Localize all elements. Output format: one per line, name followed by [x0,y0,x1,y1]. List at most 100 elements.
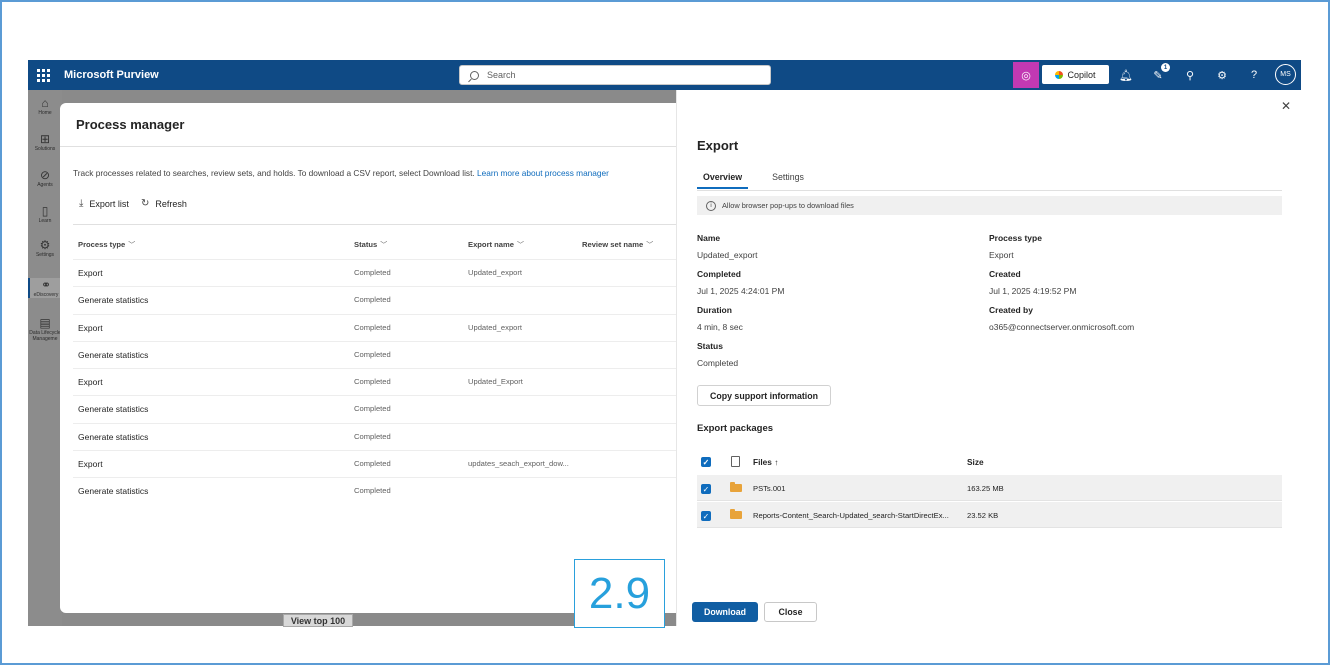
tab-settings[interactable]: Settings [766,172,810,189]
field-process-type: Process type Export [989,233,1042,260]
notification-badge: 1 [1161,63,1170,72]
copilot-app-icon[interactable]: ◎ [1013,62,1039,88]
package-row[interactable]: ✓ Reports-Content_Search-Updated_search-… [697,502,1282,528]
row-checkbox[interactable]: ✓ [701,484,711,494]
tab-overview[interactable]: Overview [697,172,749,189]
column-review-set-name[interactable]: Review set name ﹀ [582,240,653,250]
panel-title: Export [697,138,739,153]
table-row[interactable]: Generate statistics Completed [73,422,676,450]
search-placeholder: Search [487,70,516,80]
learn-more-link[interactable]: Learn more about process manager [477,168,609,178]
column-size[interactable]: Size [967,457,984,467]
ediscovery-icon: ⚭ [40,278,52,292]
step-number-badge: 2.9 [574,559,665,628]
settings-icon[interactable]: ⚙ [1213,66,1231,84]
refresh-label: Refresh [155,198,187,209]
download-button[interactable]: Download [692,602,758,622]
field-label: Duration [697,305,732,315]
divider [73,224,676,225]
cell-process-type: Generate statistics [78,404,149,415]
column-status[interactable]: Status ﹀ [354,240,387,250]
column-files[interactable]: Files ↑ [753,457,778,467]
process-manager-dialog: Process manager Track processes related … [60,103,676,613]
cell-status: Completed [354,486,391,496]
nav-label: Data Lifecycle Manageme [29,330,61,342]
cell-process-type: Generate statistics [78,431,149,442]
packages-title: Export packages [697,423,774,434]
field-completed: Completed Jul 1, 2025 4:24:01 PM [697,269,784,296]
column-process-type[interactable]: Process type ﹀ [78,240,135,250]
nav-label: Home [38,110,52,116]
export-details-panel: ✕ Export Overview Settings i Allow brows… [676,90,1301,626]
column-label: Export name [468,240,514,249]
table-row[interactable]: Export Completed Updated_Export [73,368,676,395]
nav-ediscovery[interactable]: ⚭ eDiscovery [28,278,62,298]
cell-status: Completed [354,268,391,277]
notifications-icon[interactable]: 🔔︎ [1117,66,1135,84]
field-status: Status Completed [697,341,738,368]
cell-status: Completed [354,349,391,359]
table-row[interactable]: Export Completed Updated_export [73,313,676,341]
field-label: Status [697,341,723,351]
divider [60,146,676,147]
toolbar: ⤓ Export list ↻ Refresh [79,198,187,209]
cell-status: Completed [354,459,391,469]
top-bar: Microsoft Purview Search ◎ Copilot 🔔︎ ✎ … [28,60,1301,90]
table-row[interactable]: Export Completed updates_seach_export_dow.… [73,450,676,477]
close-icon[interactable]: ✕ [1281,99,1291,113]
table-row[interactable]: Generate statistics Completed [73,286,676,313]
help-icon[interactable]: ? [1245,66,1263,84]
lifecycle-icon: ▤ [39,316,51,330]
cell-export-name: Updated_export [468,322,523,332]
table-row[interactable]: Generate statistics Completed [73,477,676,504]
avatar[interactable]: MS [1275,64,1296,85]
nav-learn[interactable]: ▯ Learn [28,204,62,224]
column-label: Status [354,240,378,249]
copy-support-button[interactable]: Copy support information [697,385,831,406]
field-value: Completed [697,358,739,368]
table-row[interactable]: Export Completed Updated_export [73,259,676,286]
package-size: 23.52 KB [967,511,999,520]
column-label: Process type [78,240,126,249]
field-created: Created Jul 1, 2025 4:19:52 PM [989,269,1076,296]
nav-settings[interactable]: ⚙ Settings [28,238,62,258]
field-value: Jul 1, 2025 4:19:52 PM [989,286,1077,296]
search-input[interactable]: Search [459,65,771,85]
copilot-logo-icon [1055,70,1064,79]
refresh-button[interactable]: ↻ Refresh [141,198,187,209]
packages-header: ✓ Files ↑ Size [697,451,1282,473]
cell-export-name: Updated_export [468,268,523,277]
chevron-down-icon: ﹀ [128,242,136,249]
close-button[interactable]: Close [764,602,817,622]
copilot-button[interactable]: Copilot [1042,65,1109,84]
select-all-checkbox[interactable]: ✓ [701,457,711,467]
field-label: Created [989,269,1021,279]
table-row[interactable]: Generate statistics Completed [73,340,676,368]
field-value: o365@connectserver.onmicrosoft.com [989,322,1135,332]
nav-label: Settings [35,252,55,258]
package-size: 163.25 MB [967,484,1004,493]
cell-status: Completed [354,295,391,305]
cell-process-type: Export [78,459,103,470]
cell-export-name: updates_seach_export_dow... [468,459,569,469]
grid-icon: ⊞ [39,132,51,146]
whats-new-icon[interactable]: ✎ 1 [1149,63,1170,84]
app-launcher-icon[interactable] [28,60,58,90]
nav-data-lifecycle[interactable]: ▤ Data Lifecycle Manageme [28,316,62,342]
book-icon: ▯ [41,204,49,218]
package-name: Reports-Content_Search-Updated_search-St… [753,511,949,520]
column-export-name[interactable]: Export name ﹀ [468,240,524,250]
package-row[interactable]: ✓ PSTs.001 163.25 MB [697,475,1282,501]
nav-home[interactable]: ⌂ Home [28,96,62,116]
app-title[interactable]: Microsoft Purview [64,69,159,81]
folder-icon [730,509,742,519]
field-created-by: Created by o365@connectserver.onmicrosof… [989,305,1134,332]
cell-process-type: Generate statistics [78,349,149,360]
nav-solutions[interactable]: ⊞ Solutions [28,132,62,152]
nav-label: Solutions [34,146,56,152]
row-checkbox[interactable]: ✓ [701,511,711,521]
table-row[interactable]: Generate statistics Completed [73,395,676,422]
connections-icon[interactable]: ⚲ [1181,66,1199,84]
export-list-button[interactable]: ⤓ Export list [79,198,129,209]
nav-agents[interactable]: ⊘ Agents [28,168,62,188]
